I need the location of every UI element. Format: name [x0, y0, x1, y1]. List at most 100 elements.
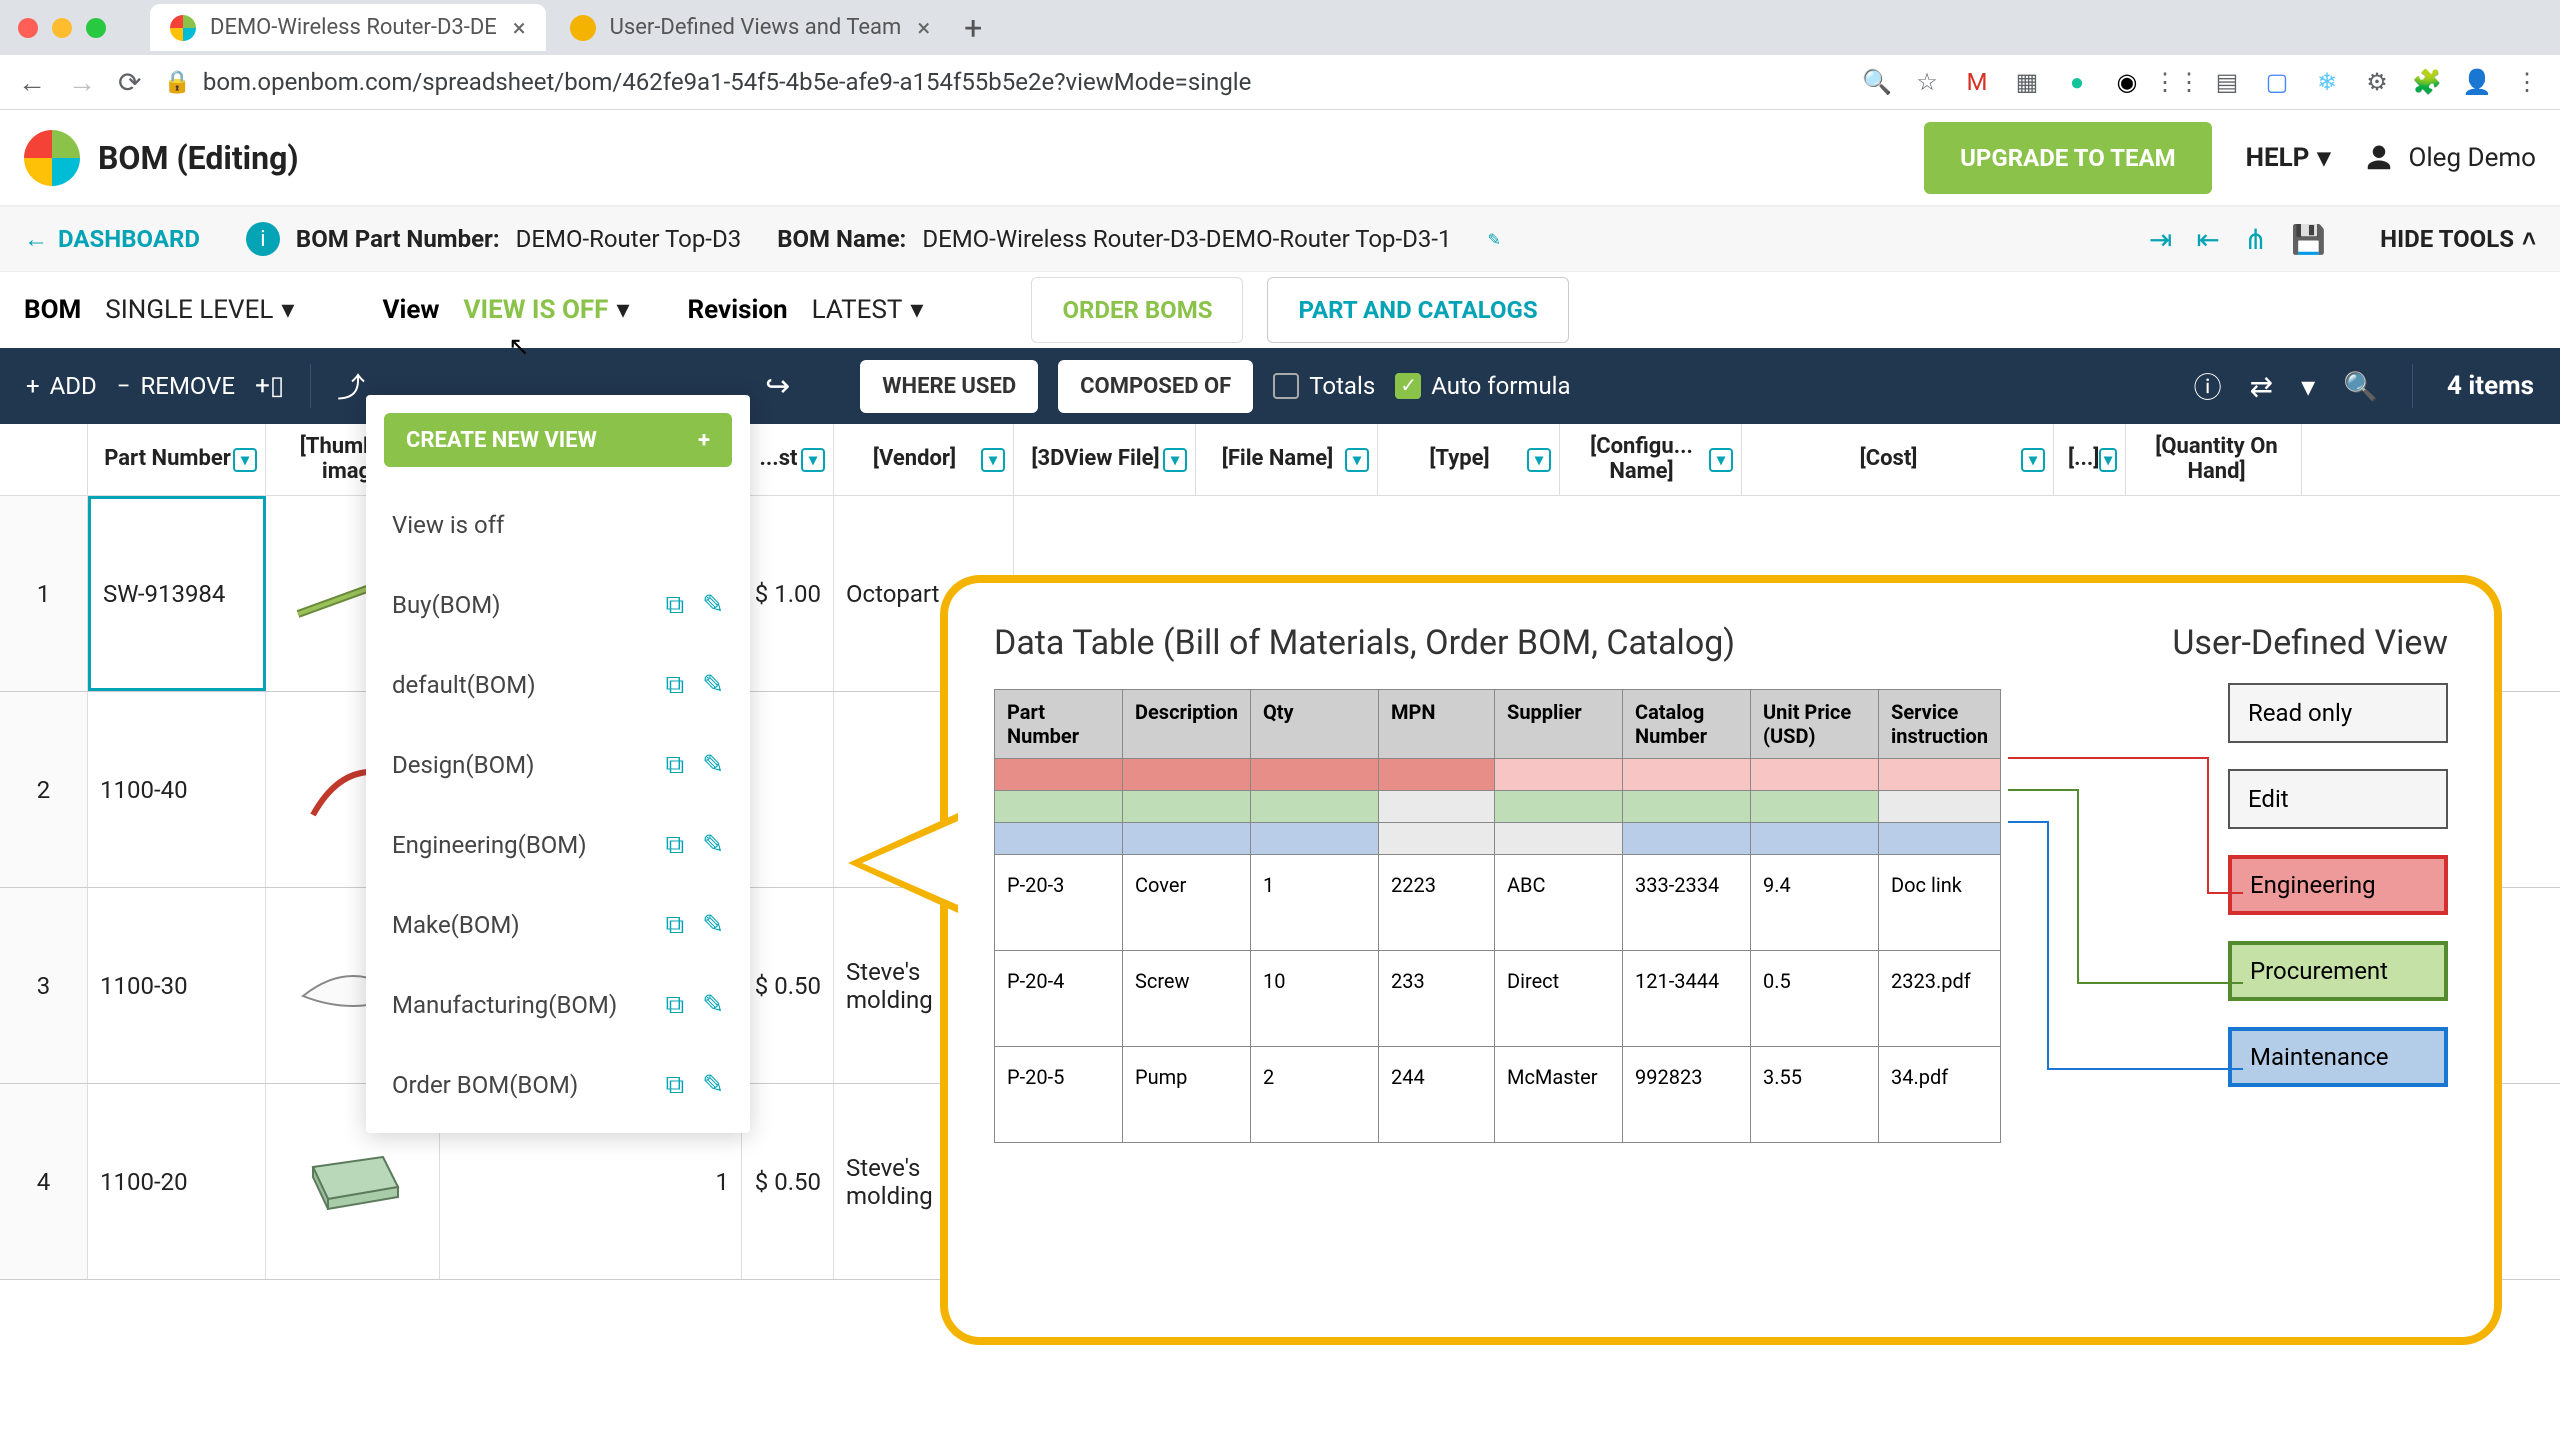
- revision-dropdown[interactable]: LATEST▾: [812, 295, 924, 325]
- filter-icon[interactable]: ▾: [1709, 448, 1733, 472]
- address-bar[interactable]: 🔒 bom.openbom.com/spreadsheet/bom/462fe9…: [163, 68, 1840, 96]
- filter-icon[interactable]: ▾: [801, 448, 825, 472]
- view-item[interactable]: Engineering(BOM)⧉✎: [366, 805, 750, 885]
- edit-icon[interactable]: ✎: [702, 830, 724, 860]
- menu-icon[interactable]: ⋮: [2512, 67, 2542, 97]
- col-more[interactable]: [...]▾: [2054, 424, 2126, 495]
- where-used-button[interactable]: WHERE USED: [860, 360, 1038, 413]
- col-3dview[interactable]: [3DView File]▾: [1014, 424, 1196, 495]
- autoformula-checkbox[interactable]: Auto formula: [1395, 372, 1570, 400]
- gmail-icon[interactable]: M: [1962, 67, 1992, 97]
- avatar-icon[interactable]: 👤: [2462, 67, 2492, 97]
- part-catalogs-button[interactable]: PART AND CATALOGS: [1267, 277, 1568, 343]
- col-type[interactable]: [Type]▾: [1378, 424, 1560, 495]
- col-file-name[interactable]: [File Name]▾: [1196, 424, 1378, 495]
- zoom-icon[interactable]: 🔍: [1862, 67, 1892, 97]
- info-icon[interactable]: i: [246, 222, 280, 256]
- copy-icon[interactable]: ⧉: [666, 670, 685, 701]
- level-dropdown[interactable]: SINGLE LEVEL▾: [105, 295, 294, 325]
- copy-icon[interactable]: ⧉: [666, 990, 685, 1021]
- copy-icon[interactable]: ⧉: [666, 590, 685, 621]
- close-icon[interactable]: ×: [513, 14, 526, 42]
- view-dropdown-trigger[interactable]: VIEW IS OFF▾: [463, 295, 629, 325]
- hide-tools-toggle[interactable]: HIDE TOOLS˄: [2380, 225, 2536, 254]
- user-menu[interactable]: Oleg Demo: [2364, 143, 2536, 173]
- totals-checkbox[interactable]: Totals: [1273, 372, 1375, 400]
- view-off-item[interactable]: View is off: [366, 485, 750, 565]
- puzzle-icon[interactable]: 🧩: [2412, 67, 2442, 97]
- cell-cost[interactable]: $ 0.50: [742, 888, 834, 1083]
- view-item[interactable]: Manufacturing(BOM)⧉✎: [366, 965, 750, 1045]
- import-icon[interactable]: ⇤: [2196, 223, 2219, 256]
- info-icon[interactable]: ⓘ: [2194, 366, 2222, 406]
- ext-icon[interactable]: ◉: [2112, 67, 2142, 97]
- filter-icon[interactable]: ▾: [1163, 448, 1187, 472]
- view-item[interactable]: Design(BOM)⧉✎: [366, 725, 750, 805]
- filter-icon[interactable]: ▾: [2021, 448, 2045, 472]
- ext-icon[interactable]: ▢: [2262, 67, 2292, 97]
- window-max-dot[interactable]: [86, 18, 106, 38]
- view-item[interactable]: Make(BOM)⧉✎: [366, 885, 750, 965]
- snowflake-icon[interactable]: ❄: [2312, 67, 2342, 97]
- forward-icon[interactable]: →: [68, 66, 96, 99]
- save-icon[interactable]: 💾: [2291, 223, 2326, 256]
- col-cost[interactable]: [Cost]▾: [1742, 424, 2054, 495]
- search-icon[interactable]: 🔍: [2343, 370, 2378, 403]
- copy-icon[interactable]: ⧉: [666, 910, 685, 941]
- col-part-number[interactable]: Part Number▾: [88, 424, 266, 495]
- close-icon[interactable]: ×: [917, 14, 930, 42]
- openbom-logo[interactable]: [24, 130, 80, 186]
- view-item[interactable]: default(BOM)⧉✎: [366, 645, 750, 725]
- grammarly-icon[interactable]: ●: [2062, 67, 2092, 97]
- edit-icon[interactable]: ✎: [702, 910, 724, 940]
- settings-icon[interactable]: ⚙: [2362, 67, 2392, 97]
- edit-icon[interactable]: ✎: [702, 1070, 724, 1100]
- cell-cost[interactable]: $ 0.50: [742, 1084, 834, 1279]
- col-qoh[interactable]: [Quantity On Hand]: [2126, 424, 2302, 495]
- edit-icon[interactable]: ✎: [702, 590, 724, 620]
- cell-part-number[interactable]: 1100-30: [88, 888, 266, 1083]
- export-icon[interactable]: ⇥: [2149, 223, 2172, 256]
- edit-name-icon[interactable]: ✎: [1488, 230, 1501, 249]
- view-item[interactable]: Order BOM(BOM)⧉✎: [366, 1045, 750, 1125]
- ext-icon[interactable]: ▦: [2012, 67, 2042, 97]
- view-item[interactable]: Buy(BOM)⧉✎: [366, 565, 750, 645]
- redo-icon[interactable]: ↪: [765, 369, 790, 404]
- add-button[interactable]: +ADD: [26, 372, 97, 400]
- copy-icon[interactable]: ⧉: [666, 830, 685, 861]
- new-tab-button[interactable]: +: [964, 9, 982, 47]
- create-new-view-button[interactable]: CREATE NEW VIEW +: [384, 413, 732, 467]
- order-boms-button[interactable]: ORDER BOMS: [1031, 277, 1243, 343]
- star-icon[interactable]: ☆: [1912, 67, 1942, 97]
- cell-cost[interactable]: [742, 692, 834, 887]
- share-icon[interactable]: ⋔: [2244, 223, 2267, 256]
- filter-icon[interactable]: ▾: [1527, 448, 1551, 472]
- swap-icon[interactable]: ⇄: [2250, 370, 2273, 403]
- copy-icon[interactable]: ⧉: [666, 1070, 685, 1101]
- remove-button[interactable]: −REMOVE: [117, 372, 235, 400]
- filter-icon[interactable]: ▾: [2301, 370, 2315, 403]
- copy-icon[interactable]: ⧉: [666, 750, 685, 781]
- edit-icon[interactable]: ✎: [702, 670, 724, 700]
- upgrade-button[interactable]: UPGRADE TO TEAM: [1924, 122, 2212, 194]
- edit-icon[interactable]: ✎: [702, 990, 724, 1020]
- col-config-name[interactable]: [Configu... Name]▾: [1560, 424, 1742, 495]
- cell-part-number[interactable]: SW-913984: [88, 496, 266, 691]
- dashboard-link[interactable]: ←DASHBOARD: [24, 225, 200, 254]
- window-close-dot[interactable]: [18, 18, 38, 38]
- browser-tab-active[interactable]: DEMO-Wireless Router-D3-DE ×: [150, 4, 546, 51]
- back-icon[interactable]: ←: [18, 66, 46, 99]
- composed-of-button[interactable]: COMPOSED OF: [1058, 360, 1253, 413]
- browser-tab-inactive[interactable]: User-Defined Views and Team ×: [550, 4, 951, 51]
- cell-part-number[interactable]: 1100-20: [88, 1084, 266, 1279]
- col-vendor[interactable]: [Vendor]▾: [834, 424, 1014, 495]
- help-menu[interactable]: HELP▾: [2246, 143, 2331, 173]
- filter-icon[interactable]: ▾: [1345, 448, 1369, 472]
- reload-icon[interactable]: ⟳: [118, 66, 141, 99]
- cell-cost[interactable]: $ 1.00: [742, 496, 834, 691]
- filter-icon[interactable]: ▾: [2099, 448, 2117, 472]
- ext-icon[interactable]: ▤: [2212, 67, 2242, 97]
- ext-icon[interactable]: ⋮⋮: [2162, 67, 2192, 97]
- edit-icon[interactable]: ✎: [702, 750, 724, 780]
- window-min-dot[interactable]: [52, 18, 72, 38]
